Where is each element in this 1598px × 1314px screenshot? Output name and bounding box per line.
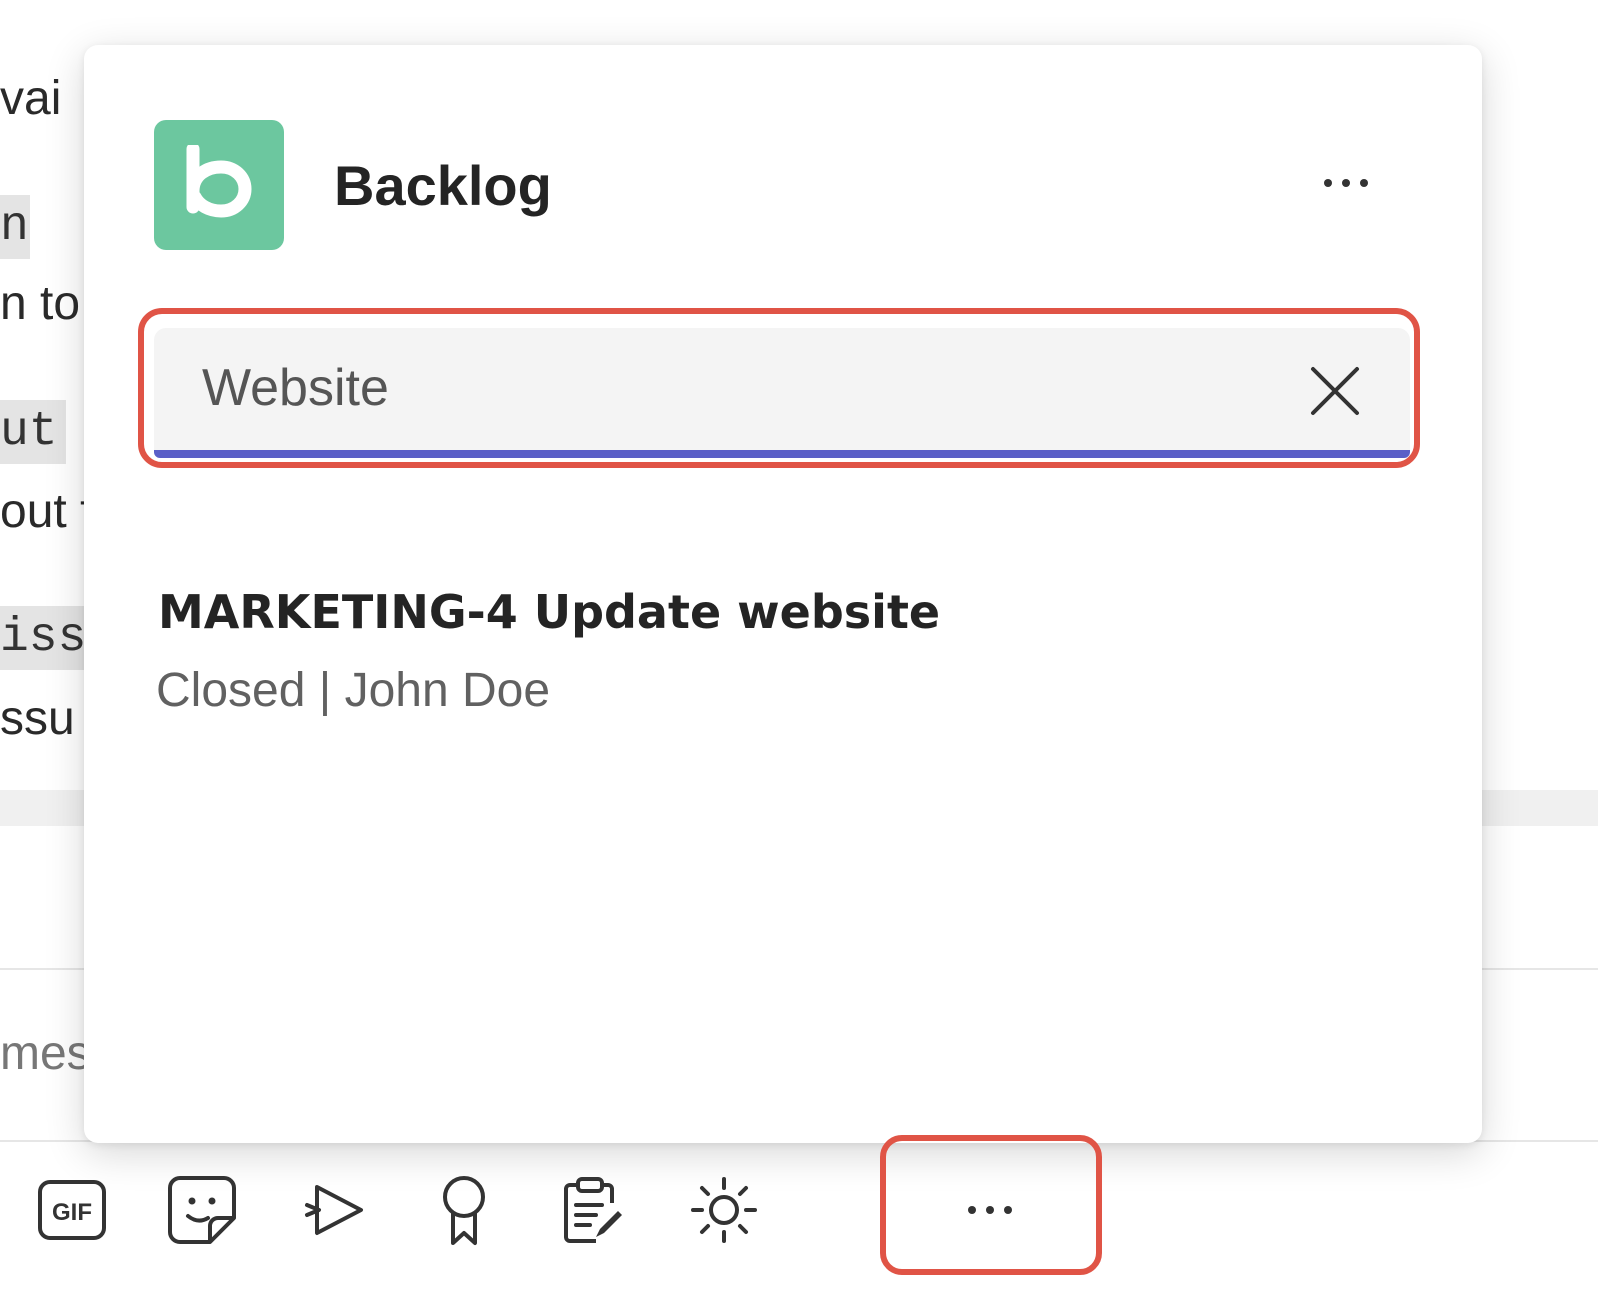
background-text-fragment: vai <box>0 75 62 123</box>
gif-label: GIF <box>52 1199 92 1226</box>
stream-button[interactable] <box>296 1172 372 1248</box>
result-meta: Closed | John Doe <box>156 663 940 718</box>
backlog-popup: Backlog MARKETING-4 Update website Close… <box>84 45 1482 1143</box>
background-text-fragment: out f <box>0 488 84 536</box>
backlog-app-icon <box>154 120 284 250</box>
approvals-button[interactable] <box>556 1172 632 1248</box>
result-separator: | <box>318 664 332 717</box>
background-code-fragment: n <box>0 195 30 259</box>
background-text-fragment: n to <box>0 280 81 328</box>
more-apps-button[interactable] <box>940 1185 1040 1235</box>
clipboard-icon <box>564 1177 622 1243</box>
brightness-button[interactable] <box>686 1172 762 1248</box>
praise-button[interactable] <box>426 1172 502 1248</box>
background-code-fragment: ut <box>0 400 66 464</box>
result-assignee: John Doe <box>344 664 551 717</box>
app-title: Backlog <box>334 154 552 217</box>
more-options-button[interactable] <box>1306 163 1386 203</box>
result-item[interactable]: MARKETING-4 Update website Closed | John… <box>156 585 940 718</box>
stream-icon <box>305 1185 363 1235</box>
background-text-fragment: ssu <box>0 695 75 743</box>
gif-icon: GIF <box>38 1180 106 1240</box>
sun-icon <box>691 1177 757 1243</box>
praise-icon <box>443 1176 485 1245</box>
more-icon <box>1324 179 1368 187</box>
result-title: MARKETING-4 Update website <box>158 585 941 639</box>
more-icon <box>968 1206 1012 1214</box>
background-code-fragment: iss <box>0 606 84 670</box>
result-status: Closed <box>156 664 306 717</box>
sticker-icon <box>168 1176 236 1244</box>
sticker-button[interactable] <box>164 1172 240 1248</box>
search-highlight-annotation <box>138 308 1420 468</box>
message-input-placeholder-fragment: mes <box>0 1030 84 1078</box>
gif-button[interactable]: GIF <box>34 1172 110 1248</box>
